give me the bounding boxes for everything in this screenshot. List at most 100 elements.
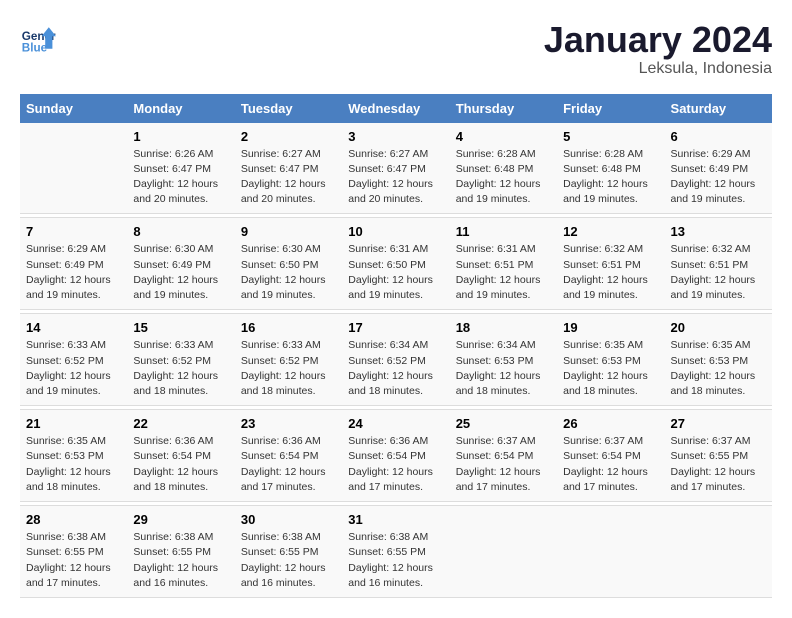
title-block: January 2024 Leksula, Indonesia [544, 20, 772, 78]
day-info: Sunrise: 6:38 AM Sunset: 6:55 PM Dayligh… [133, 530, 228, 591]
logo-icon: General Blue [20, 20, 56, 56]
day-info: Sunrise: 6:33 AM Sunset: 6:52 PM Dayligh… [241, 338, 336, 399]
calendar-week-row: 1 Sunrise: 6:26 AM Sunset: 6:47 PM Daylig… [20, 123, 772, 214]
day-number: 7 [26, 224, 121, 239]
calendar-cell: 1 Sunrise: 6:26 AM Sunset: 6:47 PM Daylig… [127, 123, 234, 214]
month-title: January 2024 [544, 20, 772, 60]
day-number: 6 [671, 129, 766, 144]
day-info: Sunrise: 6:30 AM Sunset: 6:50 PM Dayligh… [241, 242, 336, 303]
calendar-cell: 30 Sunrise: 6:38 AM Sunset: 6:55 PM Dayli… [235, 506, 342, 598]
day-number: 12 [563, 224, 658, 239]
calendar-cell: 13Sunrise: 6:32 AM Sunset: 6:51 PM Dayli… [665, 218, 772, 310]
day-number: 8 [133, 224, 228, 239]
day-number: 3 [348, 129, 443, 144]
day-number: 17 [348, 320, 443, 335]
calendar-cell: 23Sunrise: 6:36 AM Sunset: 6:54 PM Dayli… [235, 410, 342, 502]
day-info: Sunrise: 6:27 AM Sunset: 6:47 PM Dayligh… [241, 147, 336, 208]
day-number: 13 [671, 224, 766, 239]
calendar-week-row: 28Sunrise: 6:38 AM Sunset: 6:55 PM Dayli… [20, 506, 772, 598]
header-day: Monday [127, 94, 234, 123]
calendar-cell: 4 Sunrise: 6:28 AM Sunset: 6:48 PM Daylig… [450, 123, 557, 214]
day-number: 2 [241, 129, 336, 144]
calendar-cell: 19Sunrise: 6:35 AM Sunset: 6:53 PM Dayli… [557, 314, 664, 406]
day-info: Sunrise: 6:36 AM Sunset: 6:54 PM Dayligh… [133, 434, 228, 495]
calendar-cell: 29 Sunrise: 6:38 AM Sunset: 6:55 PM Dayli… [127, 506, 234, 598]
day-info: Sunrise: 6:33 AM Sunset: 6:52 PM Dayligh… [133, 338, 228, 399]
calendar-cell: 2 Sunrise: 6:27 AM Sunset: 6:47 PM Daylig… [235, 123, 342, 214]
calendar-cell: 18 Sunrise: 6:34 AM Sunset: 6:53 PM Dayli… [450, 314, 557, 406]
day-number: 18 [456, 320, 551, 335]
day-number: 25 [456, 416, 551, 431]
day-number: 5 [563, 129, 658, 144]
day-number: 16 [241, 320, 336, 335]
day-info: Sunrise: 6:29 AM Sunset: 6:49 PM Dayligh… [26, 242, 121, 303]
page-header: General Blue January 2024 Leksula, Indon… [20, 20, 772, 78]
calendar-week-row: 7 Sunrise: 6:29 AM Sunset: 6:49 PM Daylig… [20, 218, 772, 310]
day-info: Sunrise: 6:35 AM Sunset: 6:53 PM Dayligh… [671, 338, 766, 399]
day-number: 14 [26, 320, 121, 335]
header-row: SundayMondayTuesdayWednesdayThursdayFrid… [20, 94, 772, 123]
day-info: Sunrise: 6:37 AM Sunset: 6:54 PM Dayligh… [456, 434, 551, 495]
day-number: 4 [456, 129, 551, 144]
day-number: 20 [671, 320, 766, 335]
calendar-cell: 20 Sunrise: 6:35 AM Sunset: 6:53 PM Dayli… [665, 314, 772, 406]
day-number: 31 [348, 512, 443, 527]
calendar-cell: 6 Sunrise: 6:29 AM Sunset: 6:49 PM Daylig… [665, 123, 772, 214]
calendar-table: SundayMondayTuesdayWednesdayThursdayFrid… [20, 94, 772, 598]
day-number: 26 [563, 416, 658, 431]
day-info: Sunrise: 6:28 AM Sunset: 6:48 PM Dayligh… [456, 147, 551, 208]
calendar-cell: 22Sunrise: 6:36 AM Sunset: 6:54 PM Dayli… [127, 410, 234, 502]
calendar-cell [450, 506, 557, 598]
location: Leksula, Indonesia [544, 60, 772, 78]
day-info: Sunrise: 6:38 AM Sunset: 6:55 PM Dayligh… [241, 530, 336, 591]
calendar-cell: 16 Sunrise: 6:33 AM Sunset: 6:52 PM Dayli… [235, 314, 342, 406]
day-info: Sunrise: 6:37 AM Sunset: 6:54 PM Dayligh… [563, 434, 658, 495]
day-info: Sunrise: 6:34 AM Sunset: 6:53 PM Dayligh… [456, 338, 551, 399]
calendar-cell: 15Sunrise: 6:33 AM Sunset: 6:52 PM Dayli… [127, 314, 234, 406]
day-info: Sunrise: 6:32 AM Sunset: 6:51 PM Dayligh… [563, 242, 658, 303]
day-info: Sunrise: 6:36 AM Sunset: 6:54 PM Dayligh… [241, 434, 336, 495]
day-number: 27 [671, 416, 766, 431]
header-day: Wednesday [342, 94, 449, 123]
day-info: Sunrise: 6:28 AM Sunset: 6:48 PM Dayligh… [563, 147, 658, 208]
day-number: 30 [241, 512, 336, 527]
calendar-cell [665, 506, 772, 598]
logo: General Blue [20, 20, 56, 56]
header-day: Friday [557, 94, 664, 123]
day-info: Sunrise: 6:33 AM Sunset: 6:52 PM Dayligh… [26, 338, 121, 399]
day-number: 1 [133, 129, 228, 144]
day-number: 9 [241, 224, 336, 239]
calendar-cell: 10Sunrise: 6:31 AM Sunset: 6:50 PM Dayli… [342, 218, 449, 310]
day-info: Sunrise: 6:29 AM Sunset: 6:49 PM Dayligh… [671, 147, 766, 208]
calendar-cell: 27 Sunrise: 6:37 AM Sunset: 6:55 PM Dayli… [665, 410, 772, 502]
day-number: 21 [26, 416, 121, 431]
svg-text:Blue: Blue [22, 42, 48, 55]
day-info: Sunrise: 6:38 AM Sunset: 6:55 PM Dayligh… [348, 530, 443, 591]
day-number: 19 [563, 320, 658, 335]
day-info: Sunrise: 6:34 AM Sunset: 6:52 PM Dayligh… [348, 338, 443, 399]
day-number: 29 [133, 512, 228, 527]
header-day: Thursday [450, 94, 557, 123]
calendar-week-row: 14 Sunrise: 6:33 AM Sunset: 6:52 PM Dayli… [20, 314, 772, 406]
calendar-cell: 26 Sunrise: 6:37 AM Sunset: 6:54 PM Dayli… [557, 410, 664, 502]
calendar-cell: 9 Sunrise: 6:30 AM Sunset: 6:50 PM Daylig… [235, 218, 342, 310]
day-info: Sunrise: 6:31 AM Sunset: 6:51 PM Dayligh… [456, 242, 551, 303]
day-info: Sunrise: 6:27 AM Sunset: 6:47 PM Dayligh… [348, 147, 443, 208]
calendar-cell: 8Sunrise: 6:30 AM Sunset: 6:49 PM Daylig… [127, 218, 234, 310]
day-info: Sunrise: 6:26 AM Sunset: 6:47 PM Dayligh… [133, 147, 228, 208]
header-day: Saturday [665, 94, 772, 123]
calendar-cell: 12 Sunrise: 6:32 AM Sunset: 6:51 PM Dayli… [557, 218, 664, 310]
calendar-cell: 25 Sunrise: 6:37 AM Sunset: 6:54 PM Dayli… [450, 410, 557, 502]
day-number: 11 [456, 224, 551, 239]
calendar-cell: 28Sunrise: 6:38 AM Sunset: 6:55 PM Dayli… [20, 506, 127, 598]
day-number: 10 [348, 224, 443, 239]
day-info: Sunrise: 6:37 AM Sunset: 6:55 PM Dayligh… [671, 434, 766, 495]
calendar-cell: 31 Sunrise: 6:38 AM Sunset: 6:55 PM Dayli… [342, 506, 449, 598]
calendar-cell [20, 123, 127, 214]
calendar-cell: 14 Sunrise: 6:33 AM Sunset: 6:52 PM Dayli… [20, 314, 127, 406]
calendar-cell: 3 Sunrise: 6:27 AM Sunset: 6:47 PM Daylig… [342, 123, 449, 214]
day-info: Sunrise: 6:36 AM Sunset: 6:54 PM Dayligh… [348, 434, 443, 495]
header-day: Tuesday [235, 94, 342, 123]
calendar-cell: 11 Sunrise: 6:31 AM Sunset: 6:51 PM Dayli… [450, 218, 557, 310]
calendar-cell: 21Sunrise: 6:35 AM Sunset: 6:53 PM Dayli… [20, 410, 127, 502]
